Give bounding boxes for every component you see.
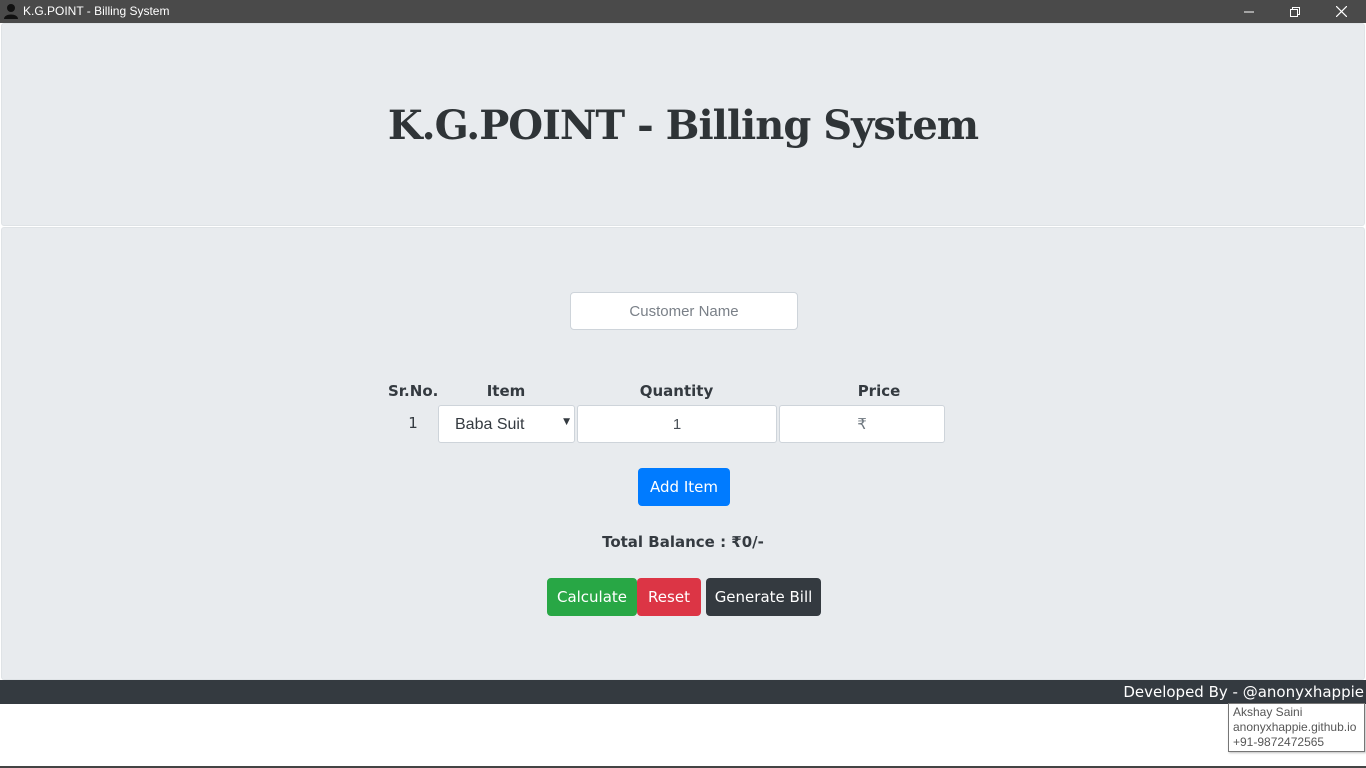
column-header-quantity: Quantity bbox=[639, 382, 714, 400]
item-select[interactable]: Baba Suit ▼ bbox=[438, 405, 575, 443]
close-button[interactable] bbox=[1318, 0, 1364, 23]
tooltip-line: anonyxhappie.github.io bbox=[1233, 720, 1357, 734]
generate-bill-button[interactable]: Generate Bill bbox=[706, 578, 821, 616]
header-panel: K.G.POINT - Billing System bbox=[1, 23, 1365, 226]
customer-name-input[interactable] bbox=[570, 292, 798, 330]
total-balance: Total Balance : ₹0/- bbox=[602, 533, 764, 551]
minimize-button[interactable] bbox=[1226, 0, 1272, 23]
window-titlebar: K.G.POINT - Billing System bbox=[0, 0, 1366, 23]
column-header-price: Price bbox=[857, 382, 901, 400]
billing-form: Sr.No. Item Quantity Price 1 Baba Suit ▼… bbox=[1, 227, 1365, 680]
reset-button[interactable]: Reset bbox=[637, 578, 701, 616]
row-serial-number: 1 bbox=[408, 414, 418, 432]
tooltip-line: +91-9872472565 bbox=[1233, 735, 1325, 749]
price-input[interactable] bbox=[779, 405, 945, 443]
developer-credit[interactable]: Developed By - @anonyxhappie bbox=[1123, 683, 1364, 701]
calculate-button[interactable]: Calculate bbox=[547, 578, 637, 616]
user-silhouette-icon bbox=[4, 4, 18, 19]
add-item-button[interactable]: Add Item bbox=[638, 468, 730, 506]
restore-button[interactable] bbox=[1272, 0, 1318, 23]
item-select-value: Baba Suit bbox=[455, 416, 525, 433]
dropdown-arrow-icon: ▼ bbox=[563, 417, 570, 427]
window-title: K.G.POINT - Billing System bbox=[23, 4, 170, 18]
quantity-input[interactable] bbox=[577, 405, 777, 443]
tooltip-line: Akshay Saini bbox=[1233, 705, 1303, 719]
close-icon bbox=[1335, 6, 1347, 17]
column-header-srno: Sr.No. bbox=[388, 382, 439, 400]
restore-icon bbox=[1290, 6, 1300, 17]
footer-bar: Developed By - @anonyxhappie bbox=[0, 680, 1366, 704]
minimize-icon bbox=[1244, 11, 1254, 12]
page-title: K.G.POINT - Billing System bbox=[387, 102, 979, 149]
developer-tooltip: Akshay Saini anonyxhappie.github.io +91-… bbox=[1228, 703, 1365, 752]
column-header-item: Item bbox=[486, 382, 526, 400]
